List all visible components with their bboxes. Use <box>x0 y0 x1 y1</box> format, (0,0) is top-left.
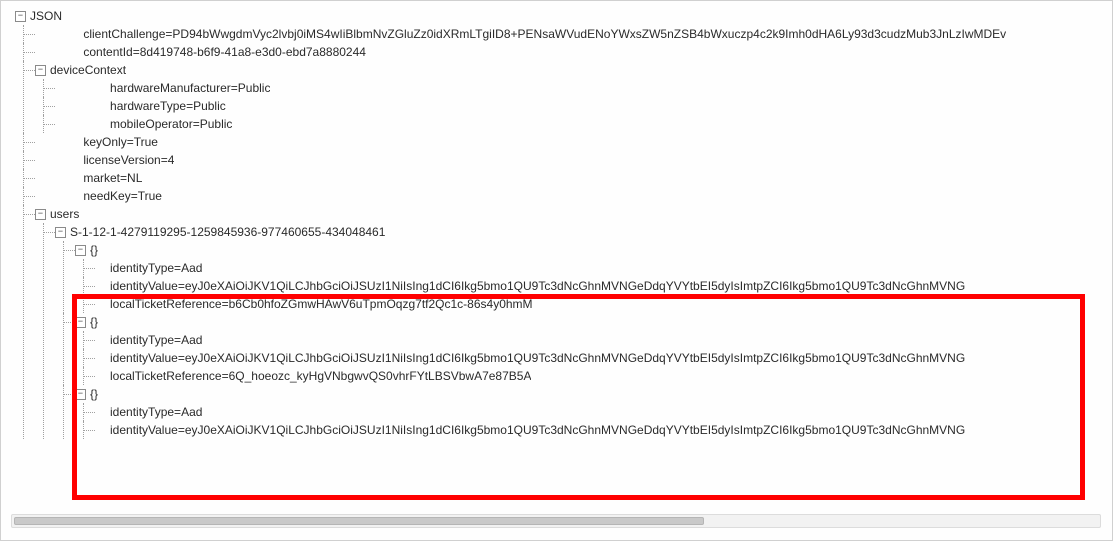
horizontal-scrollbar[interactable] <box>11 514 1101 528</box>
tree-node: − deviceContext hardwareManufacturer=Pub… <box>15 61 1113 133</box>
tree-row[interactable]: needKey=True <box>35 187 1113 205</box>
tree-row[interactable]: localTicketReference=6Q_hoeozc_kyHgVNbgw… <box>95 367 1113 385</box>
node-kv: identityType=Aad <box>110 333 202 347</box>
tree-row[interactable]: identityValue=eyJ0eXAiOiJKV1QiLCJhbGciOi… <box>95 349 1113 367</box>
node-value: Aad <box>181 261 202 275</box>
tree-row[interactable]: − S-1-12-1-4279119295-1259845936-9774606… <box>55 223 1113 241</box>
tree-row[interactable]: identityValue=eyJ0eXAiOiJKV1QiLCJhbGciOi… <box>95 277 1113 295</box>
tree-row[interactable]: identityType=Aad <box>95 331 1113 349</box>
toggle-icon[interactable]: − <box>75 317 86 328</box>
node-key: identityValue <box>110 279 178 293</box>
tree-row[interactable]: identityType=Aad <box>95 259 1113 277</box>
tree-node-object: − {} identityType=Aad identityValue=eyJ0… <box>55 385 1113 439</box>
node-value: eyJ0eXAiOiJKV1QiLCJhbGciOiJSUzI1NiIsIng1… <box>185 351 965 365</box>
tree-node: identityType=Aad <box>75 403 1113 421</box>
tree-node: mobileOperator=Public <box>35 115 1113 133</box>
node-kv: identityValue=eyJ0eXAiOiJKV1QiLCJhbGciOi… <box>110 423 965 437</box>
tree-node-object: − {} identityType=Aad identityValue=eyJ0… <box>55 241 1113 313</box>
node-kv: identityType=Aad <box>110 405 202 419</box>
node-label: {} <box>90 315 98 329</box>
tree-node: localTicketReference=b6Cb0hfoZGmwHAwV6uT… <box>75 295 1113 313</box>
node-label: S-1-12-1-4279119295-1259845936-977460655… <box>70 225 385 239</box>
node-key: needKey <box>83 189 130 203</box>
node-value: 4 <box>168 153 175 167</box>
node-value: 8d419748-b6f9-41a8-e3d0-ebd7a8880244 <box>140 45 366 59</box>
node-value: eyJ0eXAiOiJKV1QiLCJhbGciOiJSUzI1NiIsIng1… <box>185 279 965 293</box>
toggle-icon[interactable]: − <box>35 209 46 220</box>
node-key: identityType <box>110 261 174 275</box>
tree-row[interactable]: keyOnly=True <box>35 133 1113 151</box>
toggle-icon[interactable]: − <box>75 245 86 256</box>
tree-row[interactable]: identityType=Aad <box>95 403 1113 421</box>
tree-node-root: − JSON clientChallenge=PD94bWwgdmVyc2lvb… <box>9 7 1113 439</box>
tree-node-sid: − S-1-12-1-4279119295-1259845936-9774606… <box>35 223 1113 439</box>
tree-row[interactable]: − users <box>35 205 1113 223</box>
tree-node: localTicketReference=6Q_hoeozc_kyHgVNbgw… <box>75 367 1113 385</box>
tree-row[interactable]: market=NL <box>35 169 1113 187</box>
tree-node-users: − users − S-1-12-1-4279119295-1259845936… <box>15 205 1113 439</box>
node-label: users <box>50 207 79 221</box>
node-key: localTicketReference <box>110 369 222 383</box>
tree-node: needKey=True <box>15 187 1113 205</box>
node-key: contentId <box>83 45 132 59</box>
node-label: {} <box>90 387 98 401</box>
node-key: identityType <box>110 333 174 347</box>
toggle-icon[interactable]: − <box>35 65 46 76</box>
tree-row[interactable]: − {} <box>75 385 1113 403</box>
tree-node: identityValue=eyJ0eXAiOiJKV1QiLCJhbGciOi… <box>75 277 1113 295</box>
tree-row[interactable]: mobileOperator=Public <box>55 115 1113 133</box>
tree-node: identityValue=eyJ0eXAiOiJKV1QiLCJhbGciOi… <box>75 421 1113 439</box>
tree-row[interactable]: − {} <box>75 241 1113 259</box>
tree-row[interactable]: contentId=8d419748-b6f9-41a8-e3d0-ebd7a8… <box>35 43 1113 61</box>
tree-row[interactable]: localTicketReference=b6Cb0hfoZGmwHAwV6uT… <box>95 295 1113 313</box>
node-kv: identityValue=eyJ0eXAiOiJKV1QiLCJhbGciOi… <box>110 279 965 293</box>
toggle-icon[interactable]: − <box>75 389 86 400</box>
node-key: identityType <box>110 405 174 419</box>
node-kv: localTicketReference=6Q_hoeozc_kyHgVNbgw… <box>110 369 531 383</box>
tree-node: market=NL <box>15 169 1113 187</box>
node-value: 6Q_hoeozc_kyHgVNbgwvQS0vhrFYtLBSVbwA7e87… <box>229 369 532 383</box>
tree-node: identityType=Aad <box>75 259 1113 277</box>
tree-node: licenseVersion=4 <box>15 151 1113 169</box>
tree-node-object: − {} identityType=Aad identityValue=eyJ0… <box>55 313 1113 385</box>
node-value: b6Cb0hfoZGmwHAwV6uTpmOqzg7tf2Qc1c-86s4y0… <box>229 297 533 311</box>
node-kv: identityType=Aad <box>110 261 202 275</box>
tree-node: identityType=Aad <box>75 331 1113 349</box>
tree-view: − JSON clientChallenge=PD94bWwgdmVyc2lvb… <box>1 1 1113 439</box>
node-value: Aad <box>181 405 202 419</box>
node-kv: identityValue=eyJ0eXAiOiJKV1QiLCJhbGciOi… <box>110 351 965 365</box>
node-value: True <box>138 189 162 203</box>
tree-row[interactable]: identityValue=eyJ0eXAiOiJKV1QiLCJhbGciOi… <box>95 421 1113 439</box>
node-value: Aad <box>181 333 202 347</box>
tree-node: keyOnly=True <box>15 133 1113 151</box>
node-value: Public <box>200 117 233 131</box>
node-kv: localTicketReference=b6Cb0hfoZGmwHAwV6uT… <box>110 297 533 311</box>
toggle-icon[interactable]: − <box>15 11 26 22</box>
tree-row[interactable]: licenseVersion=4 <box>35 151 1113 169</box>
node-key: localTicketReference <box>110 297 222 311</box>
node-value: eyJ0eXAiOiJKV1QiLCJhbGciOiJSUzI1NiIsIng1… <box>185 423 965 437</box>
node-key: identityValue <box>110 423 178 437</box>
tree-node: identityValue=eyJ0eXAiOiJKV1QiLCJhbGciOi… <box>75 349 1113 367</box>
node-key: identityValue <box>110 351 178 365</box>
tree-node: contentId=8d419748-b6f9-41a8-e3d0-ebd7a8… <box>15 43 1113 61</box>
node-label: {} <box>90 243 98 257</box>
node-value: Public <box>238 81 271 95</box>
toggle-icon[interactable]: − <box>55 227 66 238</box>
scrollbar-thumb[interactable] <box>14 517 704 525</box>
tree-row[interactable]: − {} <box>75 313 1113 331</box>
